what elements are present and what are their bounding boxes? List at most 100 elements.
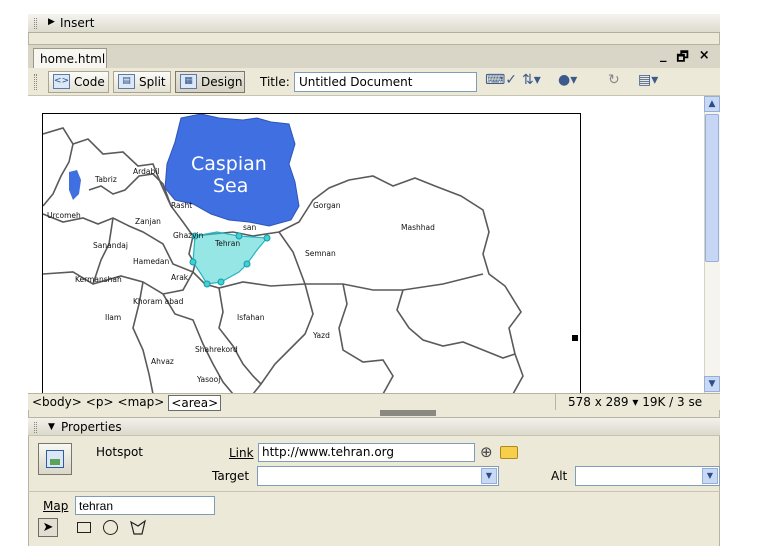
city-label: Tehran [214, 239, 240, 248]
dimensions-dropdown-icon[interactable]: ▾ [632, 395, 642, 409]
document-tab-label: home.html [40, 52, 106, 66]
province-border [396, 289, 516, 359]
folder-icon[interactable] [500, 446, 518, 459]
polygon-hotspot-icon[interactable] [129, 519, 147, 536]
code-view-icon: <> [53, 74, 70, 89]
city-label: Arak [171, 273, 189, 282]
tag-body[interactable]: <body> [32, 395, 82, 411]
city-label: Khoram abad [133, 297, 184, 306]
city-label: Semnan [305, 249, 336, 258]
tag-area[interactable]: <area> [168, 395, 222, 411]
lake-urmia [69, 170, 81, 200]
map-name-input[interactable] [75, 496, 215, 515]
grip-icon[interactable] [34, 422, 37, 433]
element-type-label: Hotspot [96, 445, 143, 459]
target-label: Target [212, 469, 250, 483]
browser-preview-icon[interactable]: ●▾ [558, 72, 577, 92]
split-view-button[interactable]: ▤ Split [113, 71, 171, 93]
hotspot-handle [189, 258, 197, 266]
restore-icon[interactable]: 🗗 [677, 48, 689, 65]
sea-label-line1: Caspian [191, 153, 267, 175]
hotspot-handle [263, 234, 271, 242]
code-view-label: Code [74, 75, 105, 89]
design-view-label: Design [201, 75, 243, 89]
tag-p[interactable]: <p> [86, 395, 114, 411]
city-label: Ilam [105, 313, 121, 322]
file-transfer-icon[interactable]: ⇅▾ [522, 72, 541, 92]
window-controls: _ 🗗 × [660, 48, 716, 65]
tag-selector: <body> <p> <map> <area> [32, 395, 222, 411]
resize-handle[interactable] [572, 335, 578, 341]
close-icon[interactable]: × [699, 48, 710, 64]
panel-splitter[interactable] [380, 410, 436, 416]
refresh-icon[interactable]: ↻ [608, 72, 620, 92]
city-label: Rasht [171, 201, 192, 210]
title-input[interactable] [294, 72, 477, 92]
toolbar-grip-icon[interactable] [34, 74, 37, 90]
sea-label-line2: Sea [213, 175, 248, 197]
scroll-up-icon[interactable]: ▲ [704, 96, 720, 112]
window-dimensions[interactable]: 578 x 289 [568, 395, 629, 409]
map-name-label: Map [43, 499, 69, 513]
pointer-tool-icon[interactable]: ➤ [38, 518, 58, 537]
code-view-button[interactable]: <> Code [48, 71, 109, 93]
city-label: san [243, 223, 257, 232]
insert-panel-header[interactable]: ▶ Insert [28, 14, 720, 33]
download-size: 19K / 3 se [642, 395, 703, 409]
city-label: Hamedan [133, 257, 170, 266]
province-border [218, 287, 262, 385]
status-bar: <body> <p> <map> <area> 578 x 289 ▾ 19K … [28, 393, 720, 411]
document-tab-strip [28, 44, 720, 68]
triangle-icon[interactable]: ▼ [48, 422, 55, 432]
alt-select[interactable]: ▼ [575, 466, 720, 486]
map-image[interactable]: Caspian Sea Ardabil Tabriz Urcomeh Zanjan Ra… [42, 113, 581, 393]
city-label: Sanandaj [93, 241, 128, 250]
design-view-icon: ▦ [180, 74, 197, 89]
scroll-thumb[interactable] [705, 114, 719, 262]
link-label: Link [229, 446, 254, 460]
triangle-icon[interactable]: ▶ [48, 17, 55, 27]
grip-icon[interactable] [34, 18, 37, 29]
title-label: Title: [260, 75, 290, 89]
city-label: Yasooj [196, 375, 220, 384]
province-border [338, 283, 394, 393]
properties-header[interactable]: ▼ Properties [28, 417, 720, 436]
province-border [43, 143, 74, 207]
city-label: Mashhad [401, 223, 435, 232]
hotspot-handle [217, 278, 225, 286]
document-tab[interactable]: home.html [33, 48, 107, 69]
validate-icon[interactable]: ⌨✓ [485, 72, 517, 92]
window-size-info[interactable]: 578 x 289 ▾ 19K / 3 se [555, 394, 720, 410]
divider [28, 491, 720, 492]
city-label: Zanjan [135, 217, 161, 226]
city-label: Ardabil [133, 167, 159, 176]
city-label: Shahrekord [195, 345, 238, 354]
design-view-button[interactable]: ▦ Design [175, 71, 245, 93]
city-label: Urcomeh [47, 211, 81, 220]
oval-hotspot-icon[interactable] [103, 520, 118, 535]
chevron-down-icon[interactable]: ▼ [702, 468, 718, 484]
hotspot-handle [203, 280, 211, 288]
split-view-label: Split [139, 75, 166, 89]
city-label: Yazd [312, 331, 330, 340]
split-view-icon: ▤ [118, 74, 135, 89]
city-label: Isfahan [237, 313, 265, 322]
city-label: Ahvaz [151, 357, 174, 366]
city-label: Kermanshah [75, 275, 122, 284]
hotspot-type-icon [38, 443, 72, 475]
city-label: Ghazvin [173, 231, 204, 240]
chevron-down-icon[interactable]: ▼ [481, 468, 497, 484]
tag-map[interactable]: <map> [118, 395, 165, 411]
link-input[interactable]: http://www.tehran.org [258, 443, 475, 462]
city-label: Tabriz [94, 175, 117, 184]
properties-title: Properties [61, 420, 122, 434]
point-to-file-icon[interactable]: ⊕ [480, 443, 493, 461]
rect-hotspot-icon[interactable] [77, 522, 91, 533]
hotspot-handle [243, 260, 251, 268]
scroll-down-icon[interactable]: ▼ [704, 376, 720, 392]
view-options-icon[interactable]: ▤▾ [638, 72, 658, 92]
target-select[interactable]: ▼ [257, 466, 499, 486]
alt-label: Alt [551, 469, 568, 483]
minimize-icon[interactable]: _ [660, 48, 667, 64]
insert-panel-label: Insert [60, 16, 95, 30]
